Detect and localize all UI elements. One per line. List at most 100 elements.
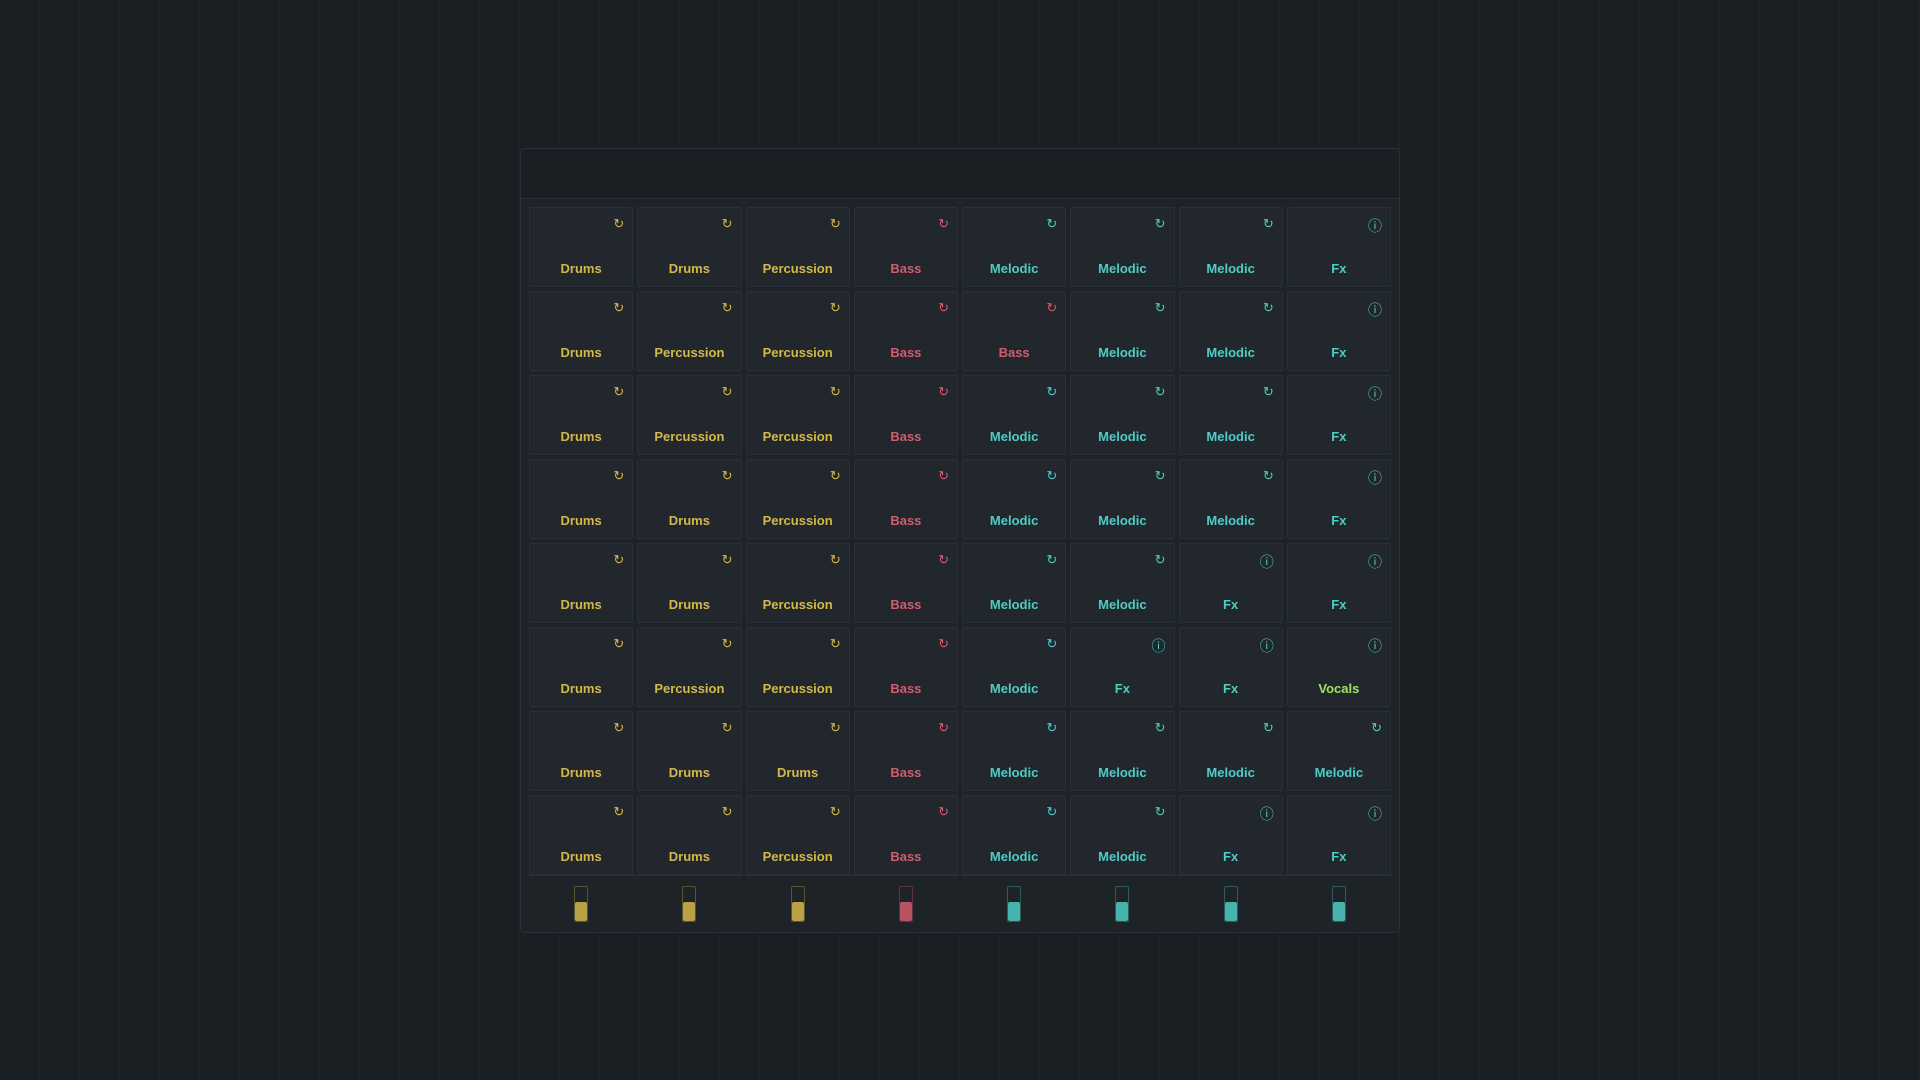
bottom-slot-2[interactable]: [746, 886, 850, 922]
volume-bar-6[interactable]: [1224, 886, 1238, 922]
cell-r3-c7[interactable]: ⓘFx: [1287, 459, 1391, 539]
cell-r0-c1[interactable]: ↻Drums: [637, 207, 741, 287]
cell-r4-c3[interactable]: ↻Bass: [854, 543, 958, 623]
cell-r7-c3[interactable]: ↻Bass: [854, 795, 958, 875]
cell-r6-c7[interactable]: ↻Melodic: [1287, 711, 1391, 791]
bottom-slot-1[interactable]: [637, 886, 741, 922]
cell-r6-c2[interactable]: ↻Drums: [746, 711, 850, 791]
cell-r1-c0[interactable]: ↻Drums: [529, 291, 633, 371]
cell-r1-c2[interactable]: ↻Percussion: [746, 291, 850, 371]
cell-r2-c4[interactable]: ↻Melodic: [962, 375, 1066, 455]
volume-fill: [1333, 902, 1345, 921]
cell-r2-c0[interactable]: ↻Drums: [529, 375, 633, 455]
cell-r0-c3[interactable]: ↻Bass: [854, 207, 958, 287]
volume-bar-3[interactable]: [899, 886, 913, 922]
cell-r4-c7[interactable]: ⓘFx: [1287, 543, 1391, 623]
cell-r5-c1[interactable]: ↻Percussion: [637, 627, 741, 707]
cell-r1-c1[interactable]: ↻Percussion: [637, 291, 741, 371]
cell-r4-c5[interactable]: ↻Melodic: [1070, 543, 1174, 623]
cell-r7-c1[interactable]: ↻Drums: [637, 795, 741, 875]
refresh-icon: ↻: [938, 384, 949, 400]
refresh-icon: ↻: [1155, 804, 1166, 820]
cell-r3-c3[interactable]: ↻Bass: [854, 459, 958, 539]
cell-r4-c4[interactable]: ↻Melodic: [962, 543, 1066, 623]
cell-r5-c2[interactable]: ↻Percussion: [746, 627, 850, 707]
refresh-icon: ↻: [938, 552, 949, 568]
cell-r3-c4[interactable]: ↻Melodic: [962, 459, 1066, 539]
cell-r7-c7[interactable]: ⓘFx: [1287, 795, 1391, 875]
cell-r6-c4[interactable]: ↻Melodic: [962, 711, 1066, 791]
cell-r1-c7[interactable]: ⓘFx: [1287, 291, 1391, 371]
cell-r2-c6[interactable]: ↻Melodic: [1179, 375, 1283, 455]
refresh-icon: ↻: [722, 384, 733, 400]
cell-r2-c3[interactable]: ↻Bass: [854, 375, 958, 455]
cell-r7-c5[interactable]: ↻Melodic: [1070, 795, 1174, 875]
volume-fill: [683, 902, 695, 921]
cell-r5-c3[interactable]: ↻Bass: [854, 627, 958, 707]
refresh-icon: ↻: [1046, 384, 1057, 400]
bottom-slot-3[interactable]: [854, 886, 958, 922]
cell-r1-c6[interactable]: ↻Melodic: [1179, 291, 1283, 371]
cell-r2-c2[interactable]: ↻Percussion: [746, 375, 850, 455]
cell-r3-c1[interactable]: ↻Drums: [637, 459, 741, 539]
cell-r0-c7[interactable]: ⓘFx: [1287, 207, 1391, 287]
cell-r4-c6[interactable]: ⓘFx: [1179, 543, 1283, 623]
cell-r3-c2[interactable]: ↻Percussion: [746, 459, 850, 539]
cell-r7-c4[interactable]: ↻Melodic: [962, 795, 1066, 875]
cell-r7-c0[interactable]: ↻Drums: [529, 795, 633, 875]
cell-r5-c4[interactable]: ↻Melodic: [962, 627, 1066, 707]
refresh-icon: ↻: [938, 804, 949, 820]
bottom-slot-4[interactable]: [962, 886, 1066, 922]
cell-r3-c0[interactable]: ↻Drums: [529, 459, 633, 539]
cell-label: Percussion: [654, 429, 724, 444]
cell-r0-c5[interactable]: ↻Melodic: [1070, 207, 1174, 287]
bottom-slot-5[interactable]: [1070, 886, 1174, 922]
cell-r1-c3[interactable]: ↻Bass: [854, 291, 958, 371]
cell-r0-c6[interactable]: ↻Melodic: [1179, 207, 1283, 287]
cell-label: Fx: [1331, 345, 1346, 360]
cell-r2-c5[interactable]: ↻Melodic: [1070, 375, 1174, 455]
volume-bar-2[interactable]: [791, 886, 805, 922]
cell-r6-c5[interactable]: ↻Melodic: [1070, 711, 1174, 791]
cell-r7-c6[interactable]: ⓘFx: [1179, 795, 1283, 875]
cell-r6-c1[interactable]: ↻Drums: [637, 711, 741, 791]
volume-bar-4[interactable]: [1007, 886, 1021, 922]
cell-r3-c6[interactable]: ↻Melodic: [1179, 459, 1283, 539]
cell-r7-c2[interactable]: ↻Percussion: [746, 795, 850, 875]
bottom-slot-0[interactable]: [529, 886, 633, 922]
cell-r4-c0[interactable]: ↻Drums: [529, 543, 633, 623]
cell-label: Melodic: [1098, 261, 1146, 276]
cell-r5-c5[interactable]: ⓘFx: [1070, 627, 1174, 707]
refresh-icon: ↻: [1263, 384, 1274, 400]
volume-bar-5[interactable]: [1115, 886, 1129, 922]
cell-r1-c5[interactable]: ↻Melodic: [1070, 291, 1174, 371]
main-grid: ↻Drums↻Drums↻Percussion↻Bass↻Melodic↻Mel…: [529, 207, 1391, 875]
volume-bar-7[interactable]: [1332, 886, 1346, 922]
cell-r6-c3[interactable]: ↻Bass: [854, 711, 958, 791]
cell-r5-c6[interactable]: ⓘFx: [1179, 627, 1283, 707]
refresh-icon: ↻: [938, 300, 949, 316]
cell-label: Fx: [1115, 681, 1130, 696]
bottom-slot-6[interactable]: [1179, 886, 1283, 922]
cell-r0-c0[interactable]: ↻Drums: [529, 207, 633, 287]
cell-label: Melodic: [1098, 765, 1146, 780]
volume-bar-1[interactable]: [682, 886, 696, 922]
cell-r2-c7[interactable]: ⓘFx: [1287, 375, 1391, 455]
cell-label: Drums: [669, 513, 710, 528]
bottom-slot-7[interactable]: [1287, 886, 1391, 922]
volume-bar-0[interactable]: [574, 886, 588, 922]
cell-r0-c4[interactable]: ↻Melodic: [962, 207, 1066, 287]
cell-r5-c7[interactable]: ⓘVocals: [1287, 627, 1391, 707]
cell-r5-c0[interactable]: ↻Drums: [529, 627, 633, 707]
refresh-icon: ↻: [1155, 468, 1166, 484]
cell-r6-c6[interactable]: ↻Melodic: [1179, 711, 1283, 791]
main-window: ↻Drums↻Drums↻Percussion↻Bass↻Melodic↻Mel…: [520, 148, 1400, 933]
cell-r6-c0[interactable]: ↻Drums: [529, 711, 633, 791]
cell-r1-c4[interactable]: ↻Bass: [962, 291, 1066, 371]
cell-r4-c2[interactable]: ↻Percussion: [746, 543, 850, 623]
cell-r4-c1[interactable]: ↻Drums: [637, 543, 741, 623]
cell-label: Melodic: [1206, 345, 1254, 360]
cell-r2-c1[interactable]: ↻ Percussion: [637, 375, 741, 455]
cell-r3-c5[interactable]: ↻Melodic: [1070, 459, 1174, 539]
cell-r0-c2[interactable]: ↻Percussion: [746, 207, 850, 287]
